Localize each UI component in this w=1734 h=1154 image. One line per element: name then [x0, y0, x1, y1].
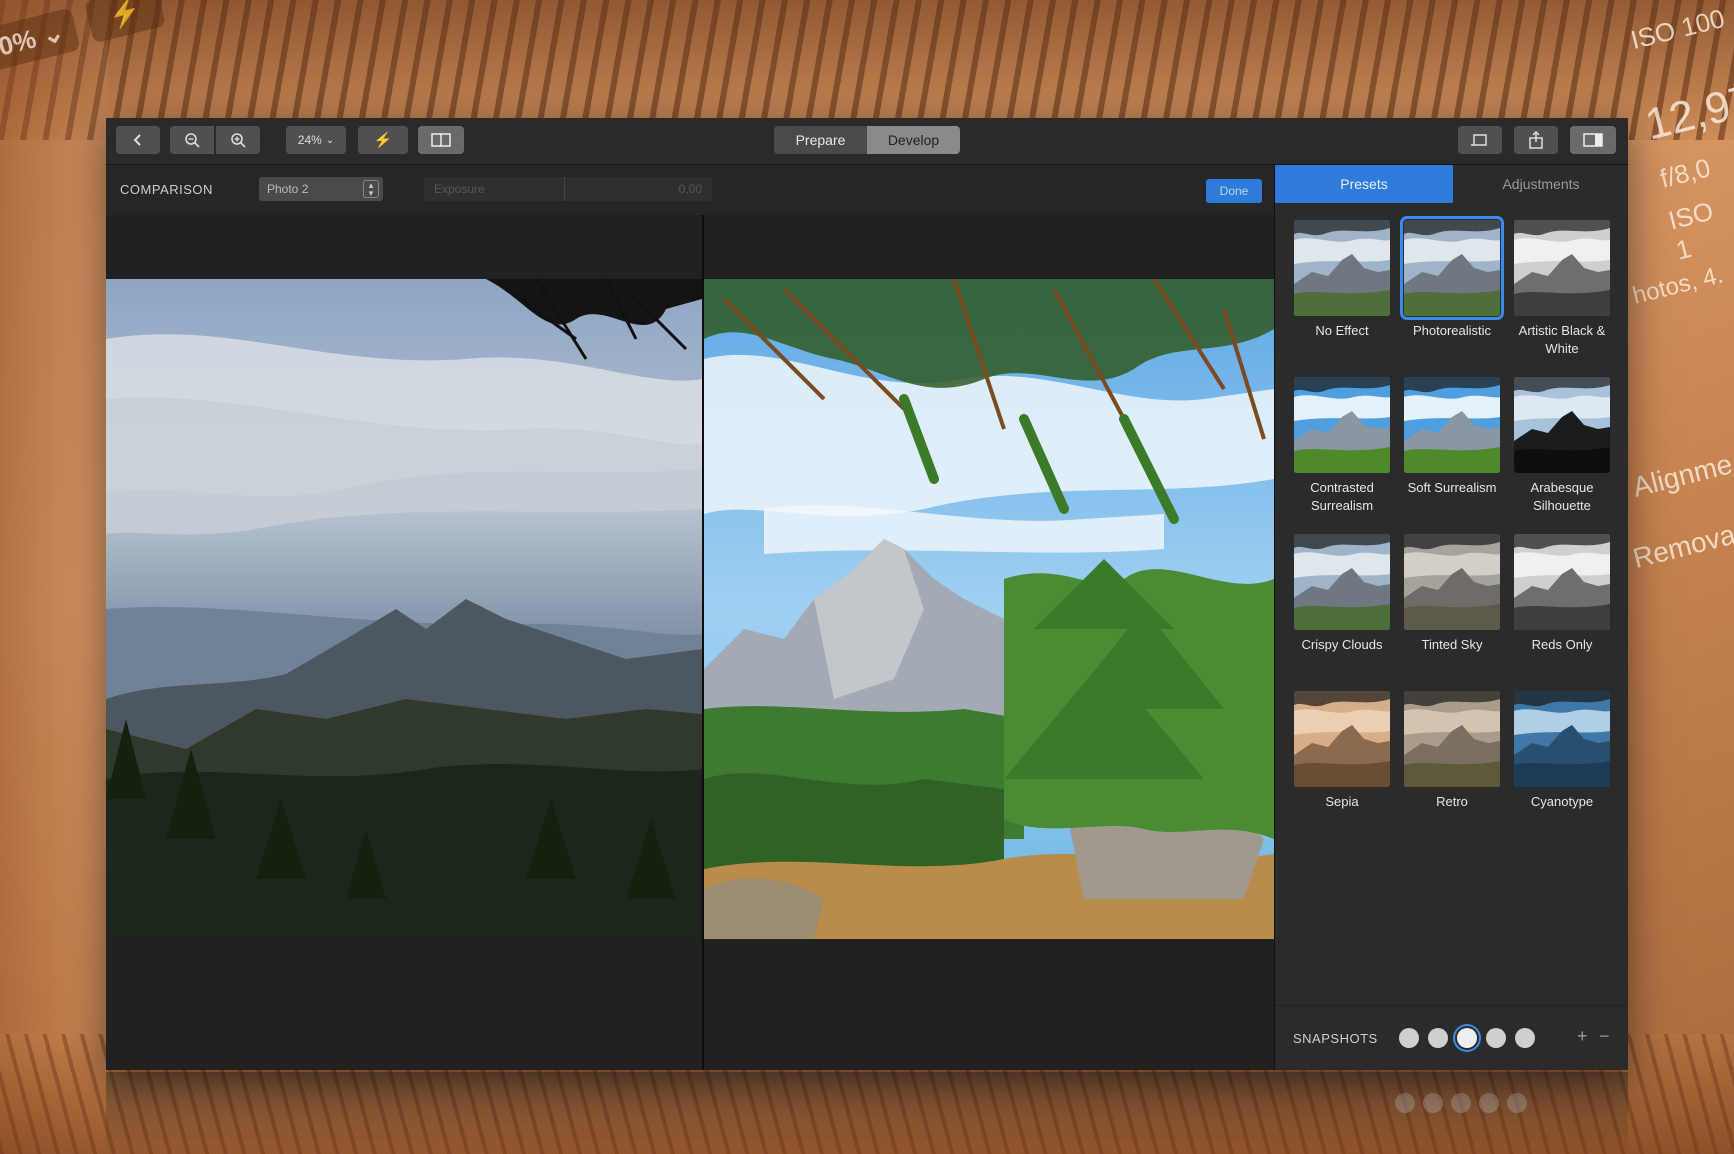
- slider-divider: [564, 177, 565, 201]
- preset-grid: No Effect Photorealistic Artistic Black & …: [1287, 216, 1617, 848]
- preset-label: Artistic Black & White: [1518, 323, 1606, 356]
- done-button[interactable]: Done: [1206, 179, 1262, 203]
- snapshot-dot[interactable]: [1428, 1028, 1448, 1048]
- photo-select[interactable]: Photo 2 ▴ ▾: [259, 177, 383, 201]
- stepper-arrows-icon: ▴ ▾: [363, 180, 379, 198]
- auto-enhance-button[interactable]: ⚡: [358, 126, 408, 154]
- preset-thumbnail: [1294, 691, 1390, 787]
- preset-thumbnail: [1514, 377, 1610, 473]
- preset-thumbnail: [1514, 220, 1610, 316]
- preset-label: Arabesque Silhouette: [1530, 480, 1594, 513]
- split-view-button[interactable]: [418, 126, 464, 154]
- comparison-toolbar: COMPARISON Photo 2 ▴ ▾ Exposure 0,00 Done: [106, 165, 1274, 215]
- zoom-level-dropdown[interactable]: 24% ⌄: [286, 126, 346, 154]
- reflection-dots: [1395, 1093, 1527, 1113]
- preset-thumbnail: [1514, 534, 1610, 630]
- preset-label: Tinted Sky: [1421, 637, 1483, 652]
- preset-thumbnail: [1400, 216, 1504, 320]
- landscape-enhanced-image: [704, 279, 1274, 939]
- preset-item[interactable]: Tinted Sky: [1397, 534, 1507, 691]
- background-alignment-text: Alignme: [1629, 448, 1734, 503]
- landscape-original-image: [106, 279, 702, 939]
- image-viewer[interactable]: [106, 215, 1274, 1070]
- chevron-down-icon: ⌄: [325, 134, 335, 146]
- photo-select-value: Photo 2: [267, 182, 309, 196]
- preset-item[interactable]: No Effect: [1287, 220, 1397, 377]
- preset-label: Contrasted Surrealism: [1310, 480, 1374, 513]
- preset-label: Sepia: [1325, 794, 1359, 809]
- preset-label: No Effect: [1315, 323, 1369, 338]
- share-button[interactable]: [1514, 126, 1558, 154]
- preset-thumbnail: [1294, 534, 1390, 630]
- window-reflection: [106, 1072, 1628, 1154]
- preset-thumbnail: [1514, 691, 1610, 787]
- remove-snapshot-button[interactable]: −: [1599, 1026, 1610, 1047]
- preset-thumbnail: [1294, 220, 1390, 316]
- background-left-shade: [0, 0, 108, 1154]
- background-iso-side-text: ISO 1: [1665, 195, 1717, 266]
- zoom-level-value: 24%: [297, 133, 322, 147]
- add-snapshot-button[interactable]: +: [1577, 1026, 1588, 1047]
- snapshot-dot[interactable]: [1486, 1028, 1506, 1048]
- zoom-in-button[interactable]: [216, 126, 260, 154]
- zoom-in-icon: [231, 133, 246, 148]
- titlebar: 24% ⌄ ⚡ Prepare Develop: [106, 118, 1628, 165]
- comparison-split-handle[interactable]: [702, 215, 704, 1070]
- exposure-slider-field[interactable]: Exposure 0,00: [424, 177, 712, 201]
- panel-tabs: Presets Adjustments: [1275, 165, 1628, 203]
- preset-label: Crispy Clouds: [1301, 637, 1383, 652]
- app-window: 24% ⌄ ⚡ Prepare Develop COMPARISON Photo…: [106, 118, 1628, 1070]
- preset-label: Photorealistic: [1412, 323, 1492, 338]
- crop-icon: [1471, 134, 1487, 146]
- preset-item[interactable]: Photorealistic: [1397, 216, 1507, 377]
- back-button[interactable]: [116, 126, 160, 154]
- tab-adjustments[interactable]: Adjustments: [1453, 165, 1628, 203]
- preset-item[interactable]: Artistic Black & White: [1507, 220, 1617, 377]
- snapshot-dot[interactable]: [1399, 1028, 1419, 1048]
- crop-button[interactable]: [1458, 126, 1502, 154]
- exposure-value: 0,00: [678, 182, 702, 196]
- preset-label: Soft Surrealism: [1407, 480, 1497, 495]
- preset-thumbnail: [1404, 691, 1500, 787]
- exposure-label: Exposure: [434, 182, 485, 196]
- snapshots-bar: SNAPSHOTS + −: [1275, 1005, 1628, 1070]
- preset-item[interactable]: Arabesque Silhouette: [1507, 377, 1617, 534]
- preset-label: Reds Only: [1531, 637, 1593, 652]
- background-aperture-text: f/8,0: [1657, 152, 1714, 194]
- preset-item[interactable]: Soft Surrealism: [1397, 377, 1507, 534]
- preset-item[interactable]: Crispy Clouds: [1287, 534, 1397, 691]
- original-photo: [106, 279, 702, 939]
- snapshot-dot[interactable]: [1457, 1028, 1477, 1048]
- zoom-out-button[interactable]: [170, 126, 214, 154]
- preset-item[interactable]: Reds Only: [1507, 534, 1617, 691]
- presets-panel: Presets Adjustments No Effect Photorealis…: [1274, 165, 1628, 1070]
- preset-thumbnail: [1294, 377, 1390, 473]
- tab-develop[interactable]: Develop: [867, 126, 960, 154]
- enhanced-photo: [704, 279, 1274, 939]
- preset-thumbnail: [1404, 534, 1500, 630]
- zoom-out-icon: [185, 133, 200, 148]
- background-photos-text: hotos, 4.: [1629, 261, 1726, 310]
- preset-item[interactable]: Cyanotype: [1507, 691, 1617, 848]
- tab-presets[interactable]: Presets: [1275, 165, 1453, 203]
- background-removal-text: Removal: [1629, 517, 1734, 574]
- preset-item[interactable]: Sepia: [1287, 691, 1397, 848]
- preset-item[interactable]: Retro: [1397, 691, 1507, 848]
- share-icon: [1529, 131, 1543, 149]
- lightning-icon: ⚡: [373, 132, 393, 149]
- preset-thumbnail: [1404, 377, 1500, 473]
- sidebar-icon: [1583, 133, 1603, 147]
- chevron-left-icon: [133, 134, 141, 146]
- preset-label: Retro: [1436, 794, 1468, 809]
- tab-prepare[interactable]: Prepare: [774, 126, 867, 154]
- split-view-icon: [431, 133, 451, 147]
- comparison-label: COMPARISON: [120, 182, 213, 197]
- preset-item[interactable]: Contrasted Surrealism: [1287, 377, 1397, 534]
- mode-segmented-control: Prepare Develop: [774, 126, 960, 154]
- preset-label: Cyanotype: [1530, 794, 1594, 809]
- sidebar-toggle-button[interactable]: [1570, 126, 1616, 154]
- snapshot-dot[interactable]: [1515, 1028, 1535, 1048]
- snapshots-label: SNAPSHOTS: [1293, 1031, 1378, 1046]
- background-zoom-text: 0%: [0, 23, 39, 62]
